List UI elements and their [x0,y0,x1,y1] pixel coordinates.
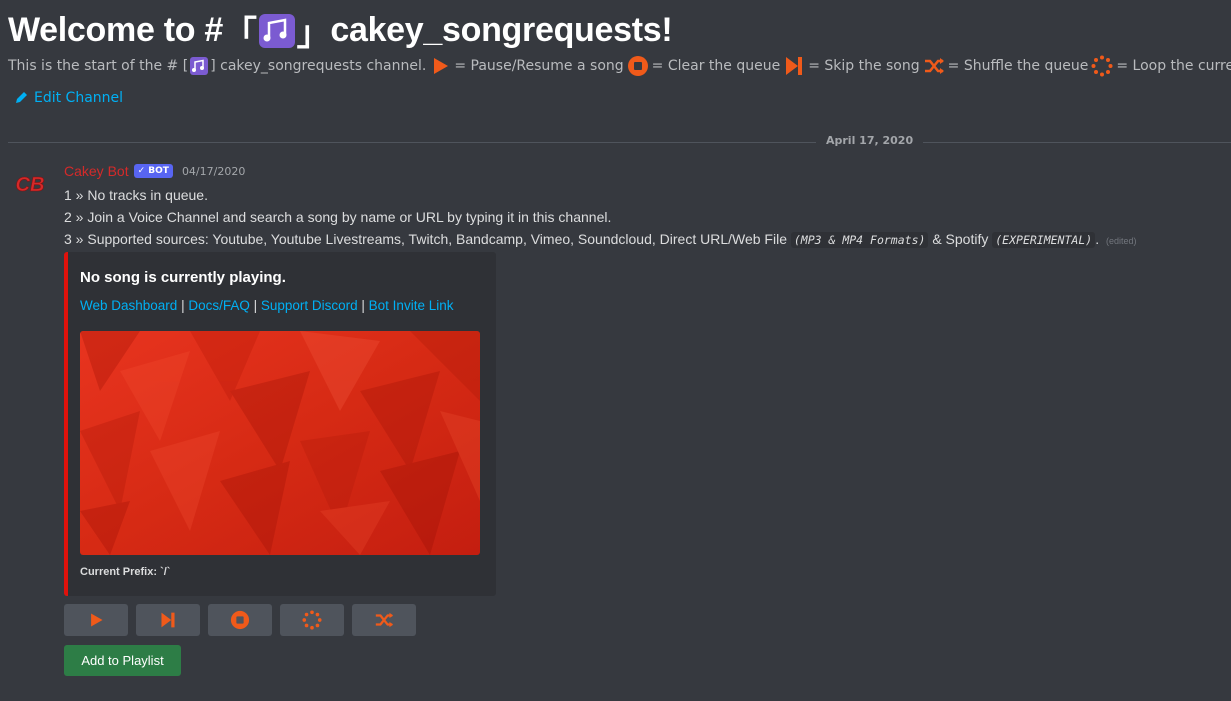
legend-pause: = Pause/Resume a song [454,58,624,74]
embed-card: No song is currently playing. Web Dashbo… [64,252,496,596]
legend-loop: = Loop the current song [1116,58,1231,74]
message-line: 3 » Supported sources: Youtube, Youtube … [64,231,1137,248]
player-controls [64,604,416,636]
channel-welcome-title: Welcome to # 「 」 cakey_songrequests ! [8,6,673,55]
message-content: 1 » No tracks in queue. 2 » Join a Voice… [64,184,1136,252]
date-divider [8,142,1231,143]
edit-channel-label: Edit Channel [34,90,124,106]
bot-badge: ✓ BOT [133,164,173,178]
stop-button[interactable] [208,604,272,636]
bracket-open: 「 [222,15,257,53]
bracket-close: 」 [296,15,331,53]
stop-icon [627,56,648,76]
skip-icon [786,57,803,75]
message-line: 1 » No tracks in queue. [64,187,208,203]
avatar-text: CB [16,174,45,196]
pencil-icon [16,92,27,103]
channel-name: cakey_songrequests [330,11,662,49]
inline-code: (MP3 & MP4 Formats) [790,232,929,248]
embed-links: Web Dashboard | Docs/FAQ | Support Disco… [80,298,454,313]
add-to-playlist-button[interactable]: Add to Playlist [64,645,181,676]
message-line: 2 » Join a Voice Channel and search a so… [64,209,612,225]
legend-clear: = Clear the queue [651,58,781,74]
channel-description: This is the start of the # [ ] cakey_son… [8,55,1231,77]
shuffle-icon [924,58,944,74]
music-notes-icon [258,13,295,48]
link-web-dashboard[interactable]: Web Dashboard [80,298,177,313]
welcome-prefix: Welcome to # [8,11,223,49]
loop-button[interactable] [280,604,344,636]
stop-icon [230,610,250,630]
play-pause-icon [91,613,103,627]
message-timestamp[interactable]: 04/17/2020 [182,165,245,178]
message-header: Cakey Bot ✓ BOT 04/17/2020 [64,163,245,179]
skip-button[interactable] [136,604,200,636]
shuffle-button[interactable] [352,604,416,636]
skip-icon [161,612,175,628]
embed-banner-image[interactable] [80,331,480,555]
date-divider-label: April 17, 2020 [816,134,924,147]
play-icon [434,58,449,74]
edit-channel-button[interactable]: Edit Channel [14,90,123,106]
embed-title: No song is currently playing. [80,269,286,286]
inline-code: (EXPERIMENTAL) [992,232,1096,248]
welcome-suffix: ! [661,11,673,49]
embed-footer: Current Prefix: `/` [80,566,171,578]
desc-start: This is the start of the # [8,58,179,74]
loop-icon [302,610,322,630]
avatar[interactable]: CB [10,170,50,198]
legend-shuffle: = Shuffle the queue [947,58,1089,74]
play-pause-button[interactable] [64,604,128,636]
legend-skip: = Skip the song [808,58,920,74]
link-docs-faq[interactable]: Docs/FAQ [188,298,250,313]
author-name[interactable]: Cakey Bot [64,163,129,179]
loop-icon [1091,55,1113,77]
shuffle-icon [375,612,394,628]
edited-label: (edited) [1105,236,1137,246]
desc-channel: cakey_songrequests channel. [220,58,427,74]
link-support-discord[interactable]: Support Discord [261,298,358,313]
link-bot-invite[interactable]: Bot Invite Link [369,298,454,313]
music-notes-small-icon [190,57,209,75]
